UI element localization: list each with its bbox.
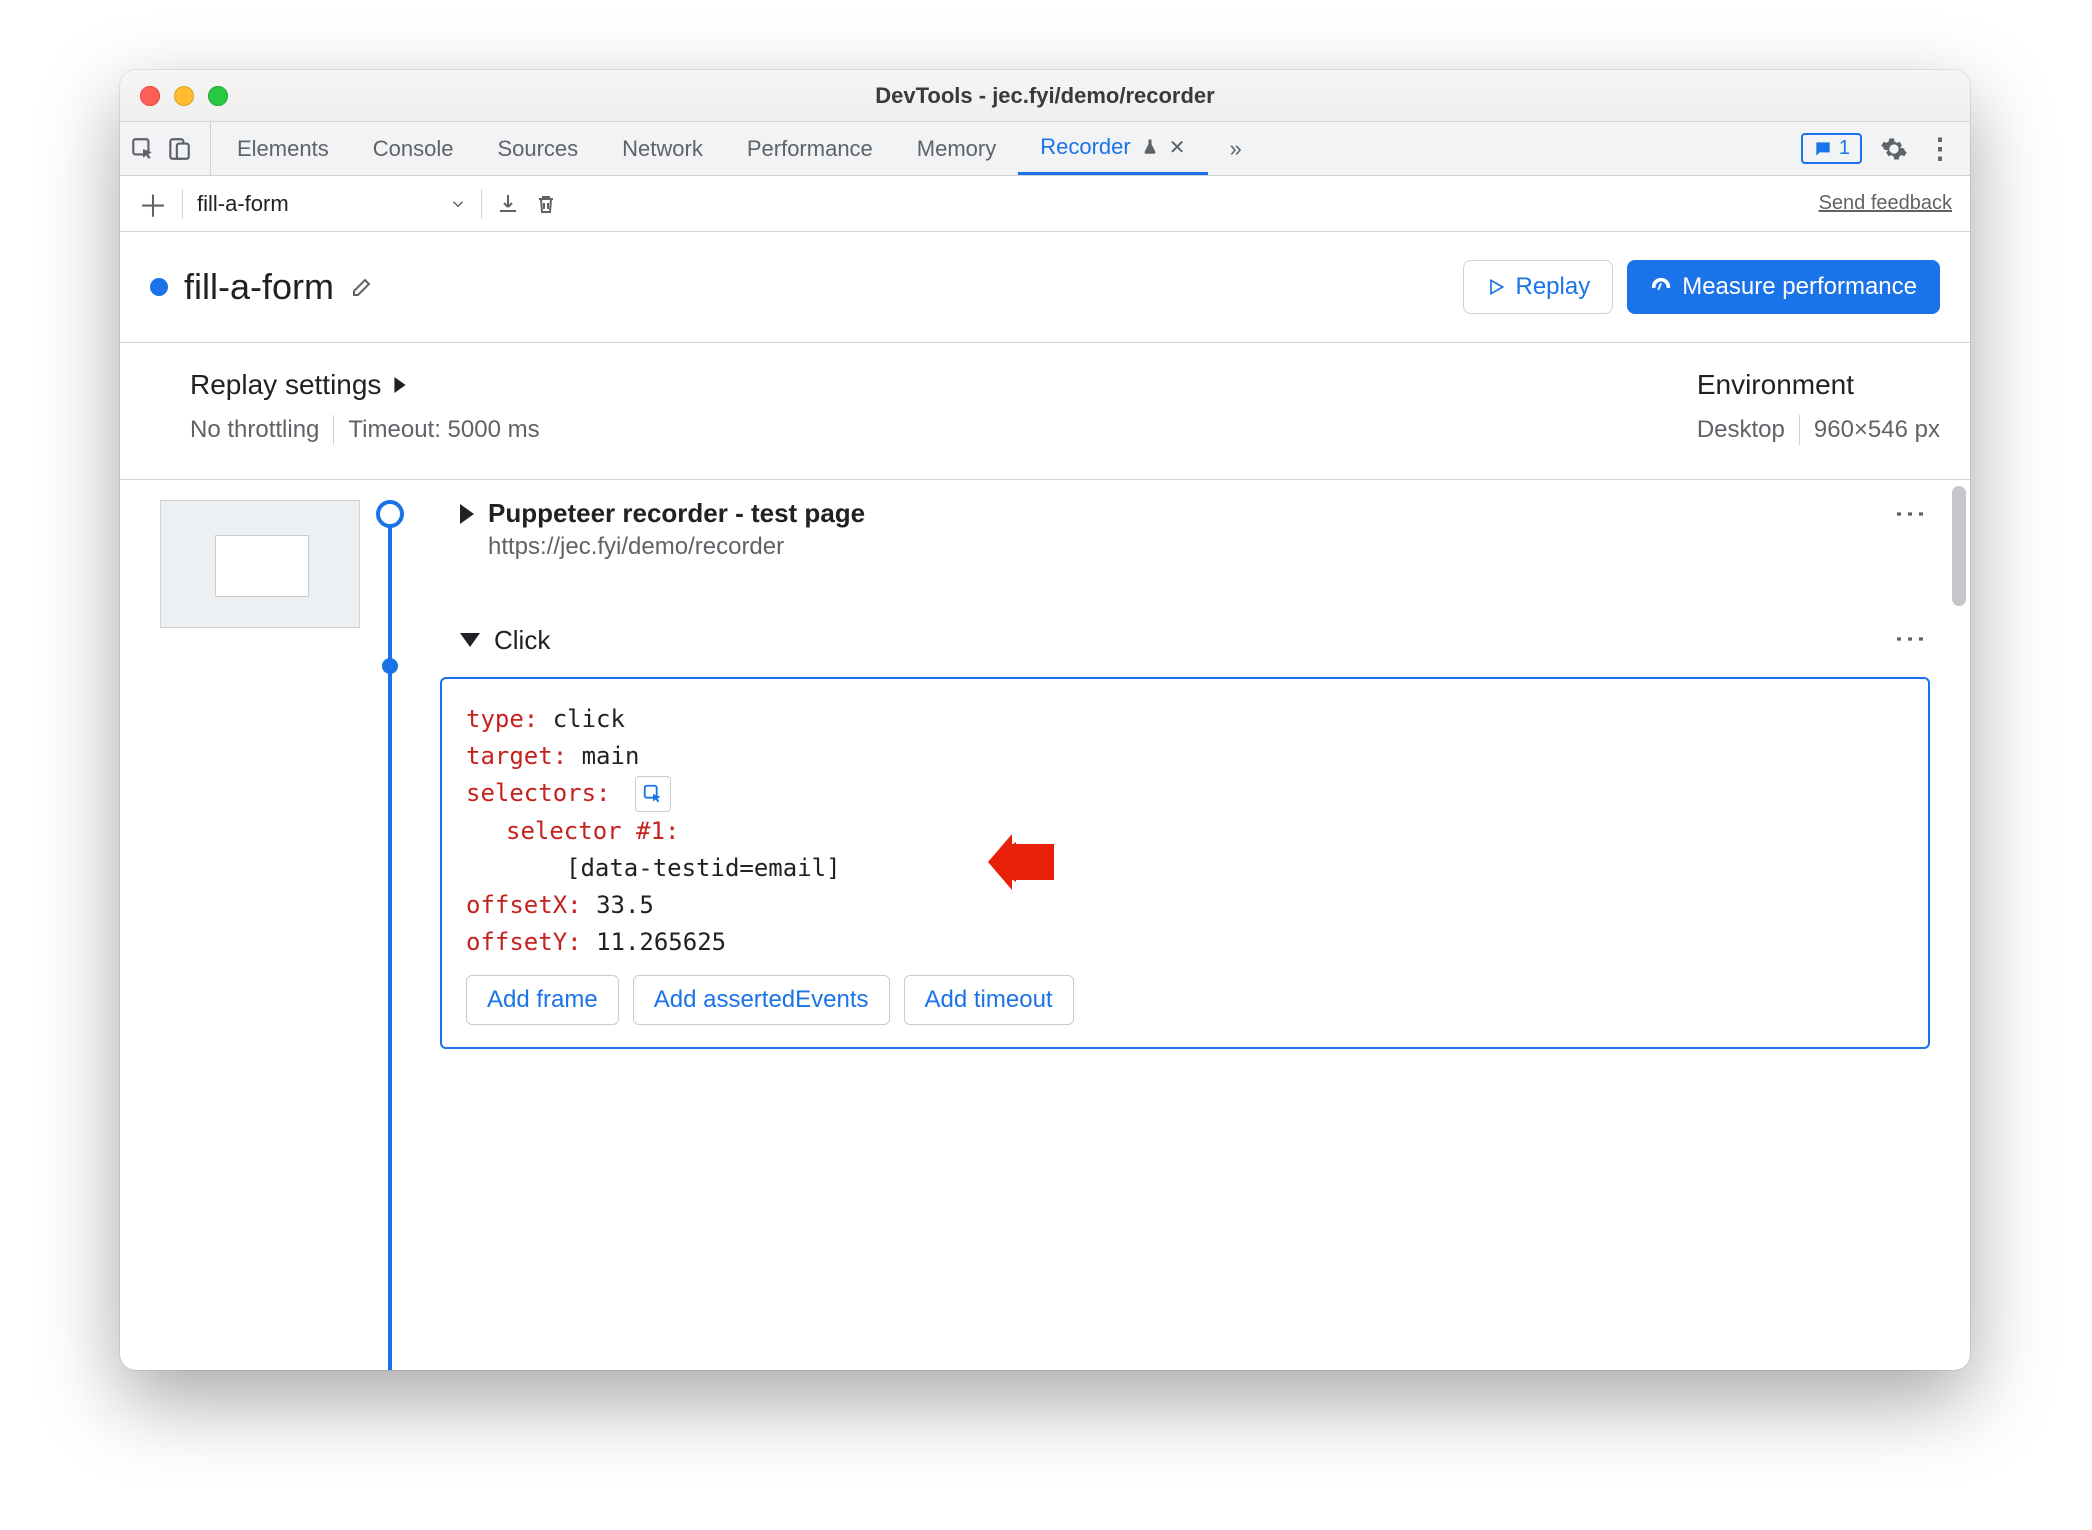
field-target-value[interactable]: main (582, 742, 640, 770)
flask-icon (1141, 138, 1159, 156)
recording-title: fill-a-form (150, 266, 374, 308)
send-feedback-link[interactable]: Send feedback (1819, 192, 1952, 215)
tab-recorder-label: Recorder (1040, 134, 1130, 160)
timeout-value: Timeout: 5000 ms (348, 416, 539, 444)
environment-heading: Environment (1697, 369, 1854, 401)
window-controls (140, 86, 228, 106)
device-toggle-icon[interactable] (166, 136, 192, 162)
inspect-icon[interactable] (130, 136, 156, 162)
step-click-header[interactable]: Click ⋮ (420, 623, 1930, 657)
timeline: Puppeteer recorder - test page https://j… (360, 480, 1970, 1370)
recording-selector[interactable]: fill-a-form (197, 191, 467, 217)
timeline-line (388, 514, 392, 1370)
timeline-node-icon (382, 658, 398, 674)
close-window-icon[interactable] (140, 86, 160, 106)
issues-count: 1 (1839, 137, 1850, 160)
env-size: 960×546 px (1814, 416, 1940, 444)
field-selectors-key[interactable]: selectors (466, 779, 596, 807)
step-initial-url: https://jec.fyi/demo/recorder (488, 533, 865, 561)
element-picker-icon[interactable] (635, 776, 671, 812)
replay-button[interactable]: Replay (1463, 260, 1614, 314)
tab-network[interactable]: Network (600, 122, 725, 175)
throttling-value: No throttling (190, 416, 319, 444)
titlebar: DevTools - jec.fyi/demo/recorder (120, 70, 1970, 122)
step-more-icon[interactable]: ⋮ (1892, 498, 1930, 532)
recording-title-text: fill-a-form (184, 266, 334, 308)
tab-performance[interactable]: Performance (725, 122, 895, 175)
gear-icon[interactable] (1880, 135, 1908, 163)
field-target-key[interactable]: target (466, 742, 553, 770)
measure-label: Measure performance (1682, 273, 1917, 301)
chevron-right-icon (395, 377, 406, 393)
new-recording-button[interactable]: ＋ (138, 182, 168, 226)
tab-elements[interactable]: Elements (215, 122, 351, 175)
step-details-panel: type: click target: main selectors: sele… (440, 677, 1930, 1049)
steps-area: Puppeteer recorder - test page https://j… (120, 480, 1970, 1370)
env-kind: Desktop (1697, 416, 1785, 444)
add-timeout-button[interactable]: Add timeout (904, 975, 1074, 1025)
recorder-toolbar: ＋ fill-a-form Send feedback (120, 176, 1970, 232)
devtools-tabbar: Elements Console Sources Network Perform… (120, 122, 1970, 176)
step-initial-title: Puppeteer recorder - test page (488, 498, 865, 529)
issues-badge[interactable]: 1 (1801, 133, 1862, 164)
field-offsety-value[interactable]: 11.265625 (596, 928, 726, 956)
field-selector1-key[interactable]: selector #1 (506, 817, 665, 845)
close-tab-icon[interactable]: ✕ (1169, 135, 1186, 160)
measure-performance-button[interactable]: Measure performance (1627, 260, 1940, 314)
add-asserted-events-button[interactable]: Add assertedEvents (633, 975, 890, 1025)
tab-memory[interactable]: Memory (895, 122, 1018, 175)
field-offsety-key[interactable]: offsetY (466, 928, 567, 956)
zoom-window-icon[interactable] (208, 86, 228, 106)
chevron-down-icon (460, 633, 480, 647)
field-offsetx-value[interactable]: 33.5 (596, 891, 654, 919)
field-selector1-value[interactable]: [data-testid=email] (566, 854, 841, 882)
play-icon (1486, 277, 1506, 297)
field-type-value[interactable]: click (553, 705, 625, 733)
scrollbar[interactable] (1952, 486, 1966, 606)
recording-select-label: fill-a-form (197, 191, 289, 217)
chat-icon (1813, 139, 1833, 159)
step-more-icon[interactable]: ⋮ (1892, 623, 1930, 657)
page-thumbnail (160, 500, 360, 628)
tab-list: Elements Console Sources Network Perform… (215, 122, 1264, 175)
settings-row: Replay settings No throttling Timeout: 5… (120, 343, 1970, 480)
step-initial[interactable]: Puppeteer recorder - test page https://j… (420, 498, 1930, 561)
export-icon[interactable] (496, 192, 520, 216)
arrow-annotation-icon (986, 834, 1056, 901)
chevron-right-icon (460, 504, 474, 524)
tab-sources[interactable]: Sources (475, 122, 600, 175)
tab-console[interactable]: Console (351, 122, 476, 175)
timeline-start-icon (376, 500, 404, 528)
window-title: DevTools - jec.fyi/demo/recorder (120, 83, 1970, 109)
minimize-window-icon[interactable] (174, 86, 194, 106)
tab-recorder[interactable]: Recorder ✕ (1018, 122, 1207, 175)
field-type-key[interactable]: type (466, 705, 524, 733)
edit-icon[interactable] (350, 275, 374, 299)
replay-label: Replay (1516, 273, 1591, 301)
devtools-window: DevTools - jec.fyi/demo/recorder Element… (120, 70, 1970, 1370)
field-offsetx-key[interactable]: offsetX (466, 891, 567, 919)
chevron-down-icon (449, 195, 467, 213)
gauge-icon (1650, 276, 1672, 298)
delete-icon[interactable] (534, 192, 558, 216)
add-frame-button[interactable]: Add frame (466, 975, 619, 1025)
recording-header: fill-a-form Replay Measure performance (120, 232, 1970, 343)
step-click-label: Click (494, 625, 550, 656)
tab-overflow[interactable]: » (1208, 122, 1264, 175)
status-dot-icon (150, 278, 168, 296)
more-vert-icon[interactable]: ⋮ (1926, 132, 1954, 165)
replay-settings-heading[interactable]: Replay settings (190, 369, 540, 401)
